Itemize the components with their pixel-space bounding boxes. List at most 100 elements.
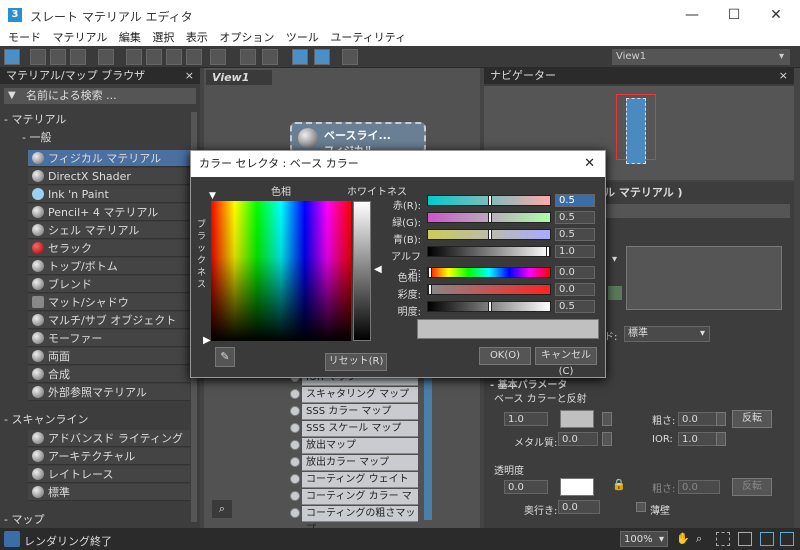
green-slider[interactable] [427, 212, 551, 223]
slot-row[interactable]: 放出マップ [290, 438, 418, 454]
binoculars-icon[interactable]: ⌕ [212, 500, 232, 518]
alpha-slider[interactable] [427, 246, 551, 257]
pick-material-icon[interactable] [70, 49, 86, 65]
zoom-field[interactable]: 100% ▾ [620, 531, 668, 547]
move-children-icon[interactable] [126, 49, 142, 65]
list-item[interactable]: マルチ/サブ オブジェクト [28, 312, 190, 329]
slot-row[interactable]: SSS スケール マップ [290, 421, 418, 437]
list-item[interactable]: トップ/ボトム [28, 258, 190, 275]
roughness-spinner[interactable]: 0.0 [678, 412, 720, 426]
slot-row[interactable]: 放出カラー マップ [290, 455, 418, 471]
menu-select[interactable]: 選択 [152, 30, 174, 46]
reset-button[interactable]: リセット(R) [325, 353, 387, 371]
eyedropper-icon[interactable] [30, 49, 46, 65]
slot-row[interactable]: コーティング カラー マップ [290, 489, 418, 518]
invert-button[interactable]: 反転 [732, 410, 772, 428]
depth-spinner[interactable]: 0.0 [558, 500, 600, 514]
hide-unused-icon[interactable] [146, 49, 162, 65]
list-item[interactable]: モーファー [28, 330, 190, 347]
close-icon[interactable]: × [779, 68, 788, 84]
tab-view1[interactable]: View1 [206, 70, 272, 85]
zoom-selected-icon[interactable] [760, 532, 774, 546]
mode-select[interactable]: 標準 ▾ [624, 326, 710, 342]
pan-hand-icon[interactable]: ✋ [676, 532, 690, 545]
value-spinner[interactable]: 0.5 [555, 300, 595, 313]
chevron-down-icon[interactable]: ▾ [612, 254, 617, 265]
show-map-icon[interactable] [210, 49, 226, 65]
slot-row[interactable]: コーティングの粗さマップ [290, 506, 418, 535]
list-item[interactable]: Ink 'n Paint [28, 186, 190, 203]
lock-icon[interactable]: 🔒 [612, 478, 626, 491]
map-button[interactable] [716, 412, 726, 426]
list-item[interactable]: ブレンド [28, 276, 190, 293]
red-spinner[interactable]: 0.5 [555, 194, 595, 207]
menu-options[interactable]: オプション [219, 30, 274, 46]
zoom-icon[interactable]: ⌕ [696, 532, 702, 546]
whiteness-slider[interactable] [353, 201, 371, 341]
hue-marker-icon[interactable]: ▼ [209, 191, 216, 201]
preset-list[interactable] [626, 246, 782, 310]
metalness-spinner[interactable]: 0.0 [558, 432, 598, 446]
menu-mode[interactable]: モード [8, 30, 41, 46]
section-scanline[interactable]: - スキャンライン [4, 412, 88, 428]
thin-walled-checkbox[interactable] [636, 502, 646, 512]
value-slider[interactable] [427, 301, 551, 312]
whiteness-marker-icon[interactable]: ◀ [374, 264, 382, 275]
list-item[interactable]: レイトレース [28, 466, 190, 483]
blackness-marker-icon[interactable]: ▶ [203, 335, 211, 346]
frame-all-icon[interactable] [780, 532, 794, 546]
close-icon[interactable]: × [185, 68, 194, 84]
list-item[interactable]: シェル マテリアル [28, 222, 190, 239]
transparency-spinner[interactable]: 0.0 [504, 480, 548, 494]
slot-row[interactable]: SSS カラー マップ [290, 404, 418, 420]
name-field[interactable] [604, 204, 790, 218]
blue-slider[interactable] [427, 229, 551, 240]
list-item[interactable]: 両面 [28, 348, 190, 365]
map-button[interactable] [716, 432, 726, 446]
search-input[interactable]: 名前による検索 ... [4, 88, 196, 104]
list-item[interactable]: DirectX Shader [28, 168, 190, 185]
saturation-spinner[interactable]: 0.0 [555, 283, 595, 296]
ior-spinner[interactable]: 1.0 [678, 432, 720, 446]
hue-blackness-picker[interactable] [211, 201, 351, 341]
slot-row[interactable]: コーティング ウェイト マップ [290, 472, 418, 501]
zoom-region-icon[interactable] [716, 532, 730, 546]
menu-tools[interactable]: ツール [286, 30, 319, 46]
list-item[interactable]: アーキテクチャル [28, 448, 190, 465]
map-button[interactable] [602, 412, 612, 426]
green-spinner[interactable]: 0.5 [555, 211, 595, 224]
subsection-general[interactable]: - 一般 [22, 130, 51, 146]
list-item[interactable]: アドバンスド ライティング上書き [28, 430, 190, 462]
alpha-spinner[interactable]: 1.0 [555, 245, 595, 258]
background-icon[interactable] [166, 49, 182, 65]
ok-button[interactable]: OK(O) [479, 347, 531, 365]
view-selector[interactable]: View1 ▾ [612, 49, 790, 65]
list-item[interactable]: 合成 [28, 366, 190, 383]
list-item[interactable]: マット/シャドウ [28, 294, 190, 311]
trans-roughness-spinner[interactable]: 0.0 [678, 480, 720, 494]
menu-utilities[interactable]: ユーティリティ [330, 30, 406, 46]
parameter-editor-icon[interactable] [314, 49, 330, 65]
section-materials[interactable]: - マテリアル [4, 112, 66, 128]
menu-material[interactable]: マテリアル [53, 30, 108, 46]
menu-edit[interactable]: 編集 [119, 30, 141, 46]
eyedropper-icon[interactable]: ✎ [215, 347, 235, 367]
render-icon[interactable] [4, 531, 20, 547]
menu-view[interactable]: 表示 [186, 30, 208, 46]
invert-button[interactable]: 反転 [732, 478, 772, 496]
list-item[interactable]: 標準 [28, 484, 190, 501]
transparency-color-swatch[interactable] [560, 478, 594, 496]
blue-spinner[interactable]: 0.5 [555, 228, 595, 241]
assign-material-icon[interactable] [50, 49, 66, 65]
dialog-close-button[interactable]: ✕ [584, 151, 595, 177]
maximize-button[interactable]: ☐ [714, 0, 754, 30]
material-map-browser-icon[interactable] [292, 49, 308, 65]
hue-spinner[interactable]: 0.0 [555, 266, 595, 279]
list-item[interactable]: フィジカル マテリアル [28, 150, 190, 167]
cancel-button[interactable]: キャンセル(C) [535, 347, 597, 377]
minimize-button[interactable]: — [672, 0, 712, 30]
select-tool-icon[interactable] [4, 49, 20, 65]
base-weight-spinner[interactable]: 1.0 [504, 412, 548, 426]
slot-row[interactable]: スキャタリング マップ [290, 387, 418, 403]
layout-all-icon[interactable] [240, 49, 256, 65]
